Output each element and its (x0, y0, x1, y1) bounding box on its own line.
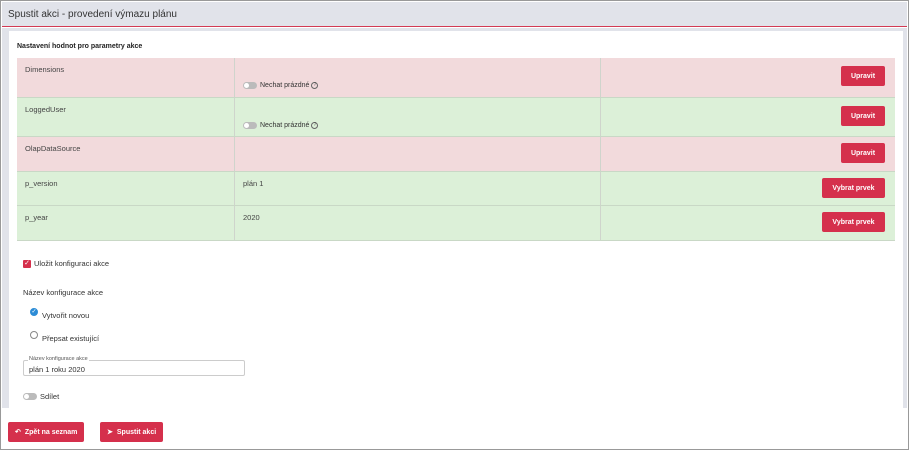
param-row-p-year: p_year 2020 Vybrat prvek (17, 206, 895, 241)
param-value: plán 1 (243, 179, 264, 188)
select-element-button[interactable]: Vybrat prvek (822, 212, 885, 232)
radio-checked-icon: ✓ (30, 308, 38, 316)
paper-plane-icon: ➤ (107, 429, 113, 436)
param-value: 2020 (243, 213, 260, 222)
param-name: Dimensions (25, 65, 65, 74)
parameters-table: Dimensions Nechat prázdné ? Upravit Logg… (17, 58, 895, 241)
back-to-list-button[interactable]: ↶ Zpět na seznam (8, 422, 85, 442)
back-to-list-label: Zpět na seznam (24, 428, 78, 436)
param-name: LoggedUser (25, 105, 66, 114)
back-arrow-icon: ↶ (15, 429, 21, 436)
param-row-dimensions: Dimensions Nechat prázdné ? Upravit (17, 58, 895, 98)
keep-empty-toggle[interactable]: Nechat prázdné ? (243, 122, 319, 129)
save-config-label: Uložit konfiguraci akce (34, 259, 110, 268)
help-icon[interactable]: ? (311, 122, 319, 129)
help-icon[interactable]: ? (311, 82, 319, 89)
keep-empty-toggle[interactable]: Nechat prázdné ? (243, 82, 319, 89)
radio-overwrite-label: Přepsat existující (42, 334, 100, 343)
config-name-field-label: Název konfigurace akce (28, 356, 89, 362)
run-action-label: Spustit akci (116, 428, 157, 436)
config-name-heading: Název konfigurace akce (23, 288, 104, 297)
keep-empty-label: Nechat prázdné (260, 122, 310, 129)
toggle-icon (23, 393, 37, 400)
radio-overwrite[interactable]: Přepsat existující (30, 327, 99, 343)
radio-unchecked-icon (30, 331, 38, 339)
param-row-olapdatasource: OlapDataSource Upravit (17, 137, 895, 172)
section-title: Nastavení hodnot pro parametry akce (17, 43, 143, 50)
share-toggle[interactable]: Sdílet (23, 392, 59, 401)
run-action-button[interactable]: ➤ Spustit akci (100, 422, 164, 442)
edit-button[interactable]: Upravit (841, 106, 885, 126)
settings-panel: Nastavení hodnot pro parametry akce Dime… (9, 31, 903, 408)
param-name: OlapDataSource (25, 144, 81, 153)
checkbox-checked-icon: ✓ (23, 259, 31, 268)
param-row-p-version: p_version plán 1 Vybrat prvek (17, 172, 895, 206)
select-element-button[interactable]: Vybrat prvek (822, 178, 885, 198)
radio-create-new-label: Vytvořit novou (42, 311, 90, 320)
share-label: Sdílet (40, 392, 60, 401)
config-name-field-value: plán 1 roku 2020 (29, 365, 85, 374)
window-title: Spustit akci - provedení výmazu plánu (8, 9, 177, 20)
dialog-window: Spustit akci - provedení výmazu plánu Na… (0, 0, 909, 450)
config-name-field[interactable]: Název konfigurace akce plán 1 roku 2020 (23, 356, 245, 376)
edit-button[interactable]: Upravit (841, 66, 885, 86)
footer: ↶ Zpět na seznam ➤ Spustit akci (2, 408, 907, 449)
keep-empty-label: Nechat prázdné (260, 82, 310, 89)
edit-button[interactable]: Upravit (841, 143, 885, 163)
param-row-loggeduser: LoggedUser Nechat prázdné ? Upravit (17, 98, 895, 137)
radio-create-new[interactable]: ✓ Vytvořit novou (30, 304, 89, 320)
param-name: p_version (25, 179, 58, 188)
content-area: Nastavení hodnot pro parametry akce Dime… (2, 28, 907, 408)
save-config-checkbox[interactable]: ✓ Uložit konfiguraci akce (23, 259, 109, 268)
toggle-icon (243, 122, 257, 129)
title-bar: Spustit akci - provedení výmazu plánu (2, 2, 907, 27)
toggle-icon (243, 82, 257, 89)
param-name: p_year (25, 213, 48, 222)
